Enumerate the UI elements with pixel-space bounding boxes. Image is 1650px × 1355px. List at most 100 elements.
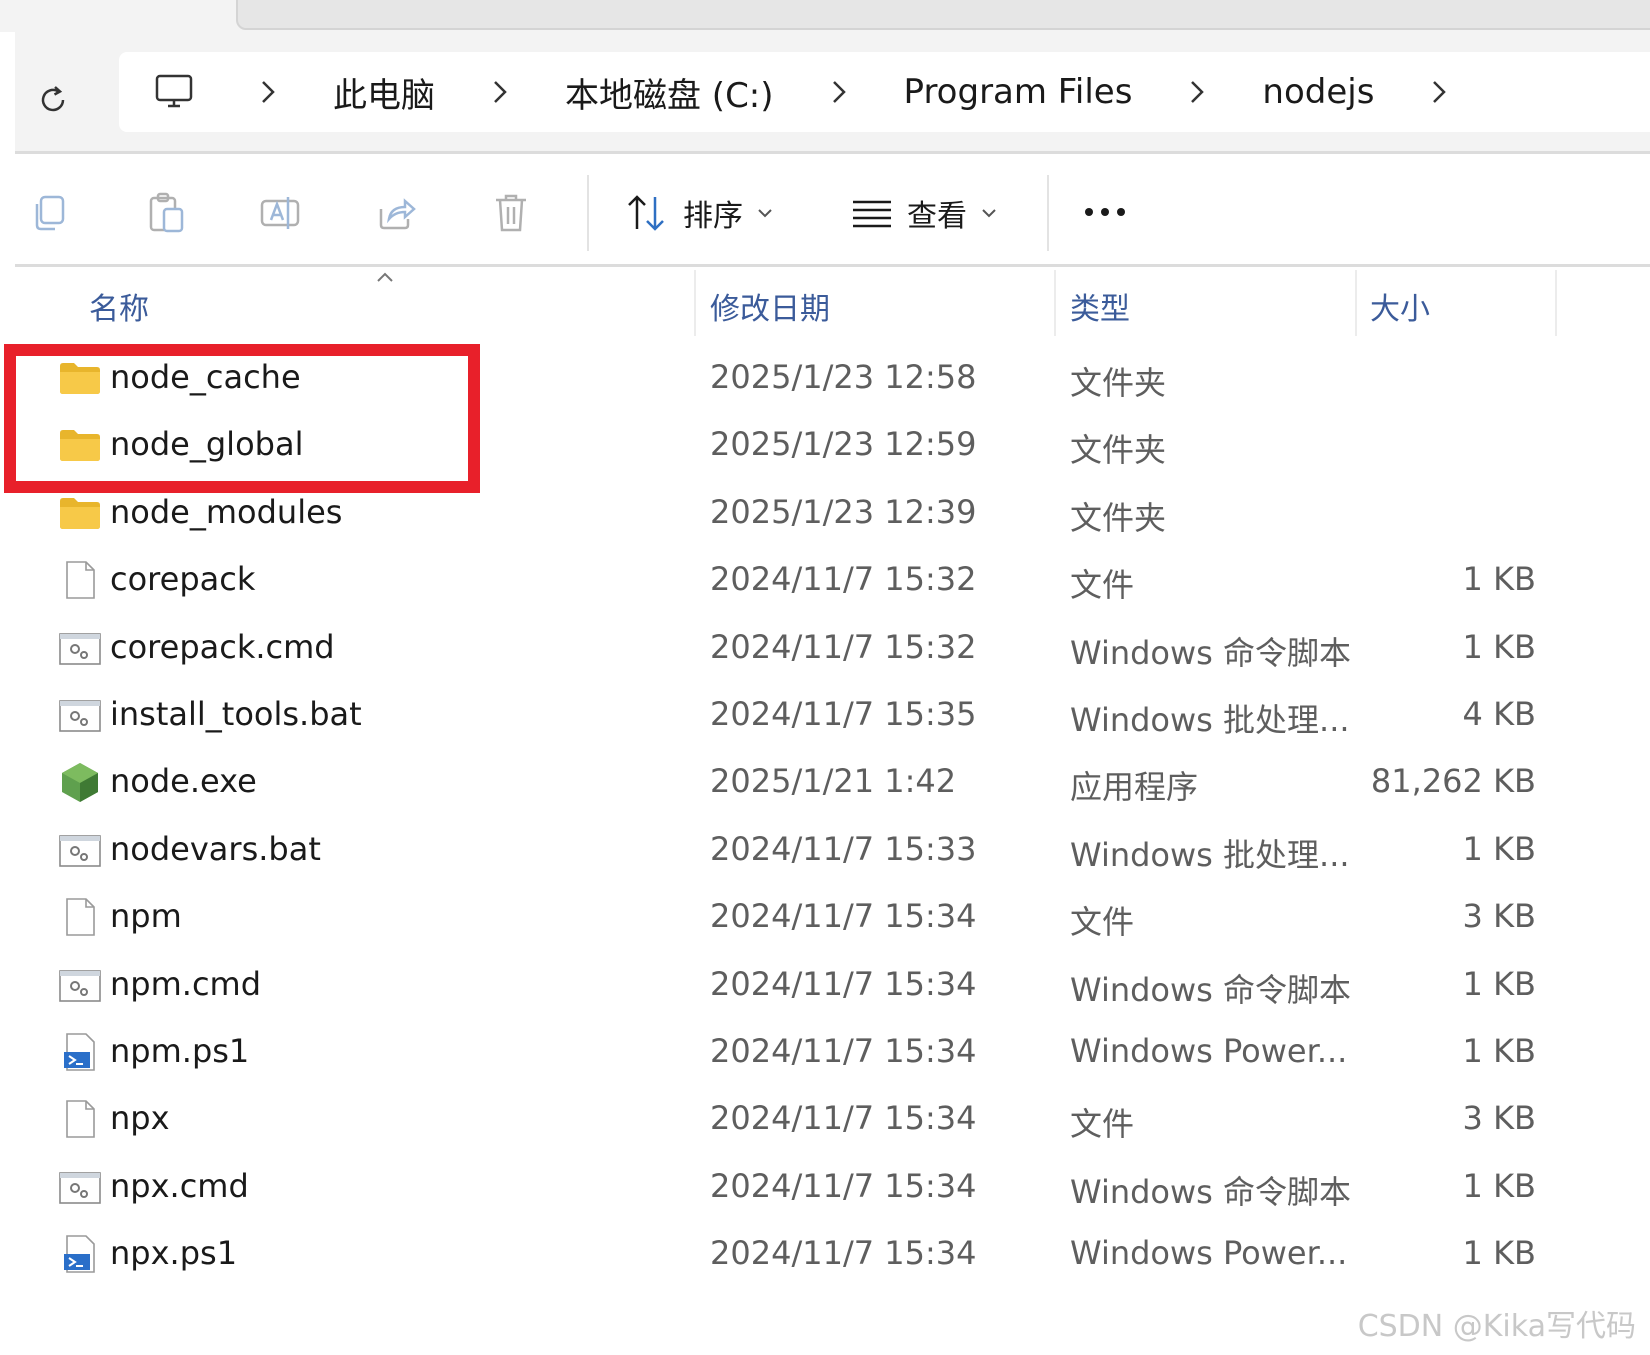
column-header-size[interactable]: 大小 (1370, 284, 1430, 328)
file-icon (58, 1099, 102, 1139)
file-row[interactable]: npm 2024/11/7 15:34 文件 3 KB (0, 883, 1650, 953)
sort-button[interactable]: 排序 (625, 185, 773, 241)
watermark: CSDN @Kika写代码 (1357, 1309, 1636, 1344)
chevron-right-icon[interactable] (1400, 52, 1478, 132)
file-size: 1 KB (1462, 628, 1536, 666)
chevron-down-icon (982, 209, 996, 218)
file-size: 1 KB (1462, 560, 1536, 598)
more-options-button[interactable] (1085, 187, 1125, 237)
file-row[interactable]: npx.ps1 2024/11/7 15:34 Windows Power... 1 … (0, 1220, 1650, 1290)
file-modified-date: 2025/1/23 12:59 (710, 425, 977, 463)
trash-icon (496, 194, 526, 232)
column-divider[interactable] (1555, 270, 1557, 336)
sort-icon (628, 195, 664, 231)
this-pc-icon[interactable] (119, 52, 229, 132)
file-size: 81,262 KB (1370, 762, 1536, 800)
file-modified-date: 2025/1/23 12:39 (710, 493, 977, 531)
file-name: install_tools.bat (110, 695, 362, 733)
file-type: Windows 命令脚本 (1070, 971, 1352, 1009)
view-button[interactable]: 查看 (851, 185, 997, 241)
file-row[interactable]: npx.cmd 2024/11/7 15:34 Windows 命令脚本 1 KB (0, 1153, 1650, 1223)
file-modified-date: 2024/11/7 15:33 (710, 830, 977, 868)
file-modified-date: 2024/11/7 15:34 (710, 965, 977, 1003)
file-size: 1 KB (1462, 1167, 1536, 1205)
file-modified-date: 2024/11/7 15:34 (710, 1099, 977, 1137)
file-type: Windows 批处理... (1070, 836, 1350, 874)
paste-icon (149, 192, 184, 233)
folder-icon (58, 493, 102, 533)
refresh-button[interactable] (23, 70, 83, 130)
address-row: 此电脑 本地磁盘 (C:) Program Files nodejs (15, 32, 1650, 154)
file-name: node_modules (110, 493, 343, 531)
file-name: nodevars.bat (110, 830, 321, 868)
rename-button[interactable] (255, 187, 307, 239)
file-name: npx (110, 1099, 170, 1137)
chevron-right-icon[interactable] (229, 52, 307, 132)
file-size: 1 KB (1462, 1032, 1536, 1070)
file-name: npx.cmd (110, 1167, 249, 1205)
file-row[interactable]: install_tools.bat 2024/11/7 15:35 Windows … (0, 681, 1650, 751)
copy-icon (35, 195, 65, 231)
toolbar-divider (1047, 175, 1049, 251)
share-button[interactable] (370, 187, 422, 239)
file-row[interactable]: nodevars.bat 2024/11/7 15:33 Windows 批处理..… (0, 816, 1650, 886)
column-divider[interactable] (694, 270, 696, 336)
chevron-right-icon[interactable] (1158, 52, 1236, 132)
file-name: npm.ps1 (110, 1032, 250, 1070)
file-size: 1 KB (1462, 965, 1536, 1003)
file-type: 文件 (1070, 903, 1135, 941)
toolbar-divider (587, 175, 589, 251)
file-type: Windows Power... (1070, 1032, 1348, 1070)
file-row[interactable]: corepack.cmd 2024/11/7 15:32 Windows 命令脚本 1… (0, 614, 1650, 684)
column-header-modified[interactable]: 修改日期 (710, 284, 830, 328)
script-icon (58, 965, 102, 1005)
file-type: Windows 命令脚本 (1070, 1173, 1352, 1211)
file-row[interactable]: npm.ps1 2024/11/7 15:34 Windows Power... 1 … (0, 1018, 1650, 1088)
file-name: corepack.cmd (110, 628, 335, 666)
chevron-right-icon[interactable] (461, 52, 539, 132)
nodejs-icon (58, 762, 102, 802)
chevron-right-icon[interactable] (800, 52, 878, 132)
file-type: 应用程序 (1070, 768, 1199, 806)
sort-label: 排序 (683, 199, 743, 234)
file-modified-date: 2024/11/7 15:32 (710, 628, 977, 666)
breadcrumb-item-nodejs[interactable]: nodejs (1236, 72, 1400, 112)
view-icon (853, 200, 891, 228)
file-type: 文件夹 (1070, 364, 1167, 402)
file-name: npm (110, 897, 182, 935)
copy-button[interactable] (23, 187, 75, 239)
file-modified-date: 2024/11/7 15:34 (710, 897, 977, 935)
delete-button[interactable] (485, 187, 537, 239)
breadcrumb-item-program-files[interactable]: Program Files (878, 72, 1159, 112)
powershell-icon (58, 1032, 102, 1072)
script-icon (58, 695, 102, 735)
chevron-down-icon (758, 209, 772, 218)
highlight-box (4, 344, 480, 493)
breadcrumb[interactable]: 此电脑 本地磁盘 (C:) Program Files nodejs (119, 52, 1650, 132)
breadcrumb-item-this-pc[interactable]: 此电脑 (307, 68, 461, 117)
file-name: node.exe (110, 762, 257, 800)
file-modified-date: 2024/11/7 15:32 (710, 560, 977, 598)
file-row[interactable]: node.exe 2025/1/21 1:42 应用程序 81,262 KB (0, 748, 1650, 818)
file-name: npx.ps1 (110, 1234, 238, 1272)
file-type: 文件夹 (1070, 431, 1167, 469)
file-modified-date: 2024/11/7 15:34 (710, 1234, 977, 1272)
file-type: 文件夹 (1070, 499, 1167, 537)
view-label: 查看 (907, 199, 967, 234)
script-icon (58, 1167, 102, 1207)
column-divider[interactable] (1355, 270, 1357, 336)
script-icon (58, 830, 102, 870)
browser-tab[interactable] (236, 0, 1650, 30)
column-header-name[interactable]: 名称 (89, 284, 149, 328)
file-row[interactable]: npx 2024/11/7 15:34 文件 3 KB (0, 1085, 1650, 1155)
paste-button[interactable] (140, 187, 192, 239)
file-name: npm.cmd (110, 965, 262, 1003)
breadcrumb-item-local-disk[interactable]: 本地磁盘 (C:) (539, 68, 800, 117)
file-row[interactable]: corepack 2024/11/7 15:32 文件 1 KB (0, 546, 1650, 616)
file-type: Windows 命令脚本 (1070, 634, 1352, 672)
file-modified-date: 2024/11/7 15:35 (710, 695, 977, 733)
column-header-type[interactable]: 类型 (1070, 284, 1130, 328)
column-divider[interactable] (1054, 270, 1056, 336)
file-row[interactable]: npm.cmd 2024/11/7 15:34 Windows 命令脚本 1 KB (0, 951, 1650, 1021)
command-bar: 排序 查看 (15, 157, 1650, 267)
